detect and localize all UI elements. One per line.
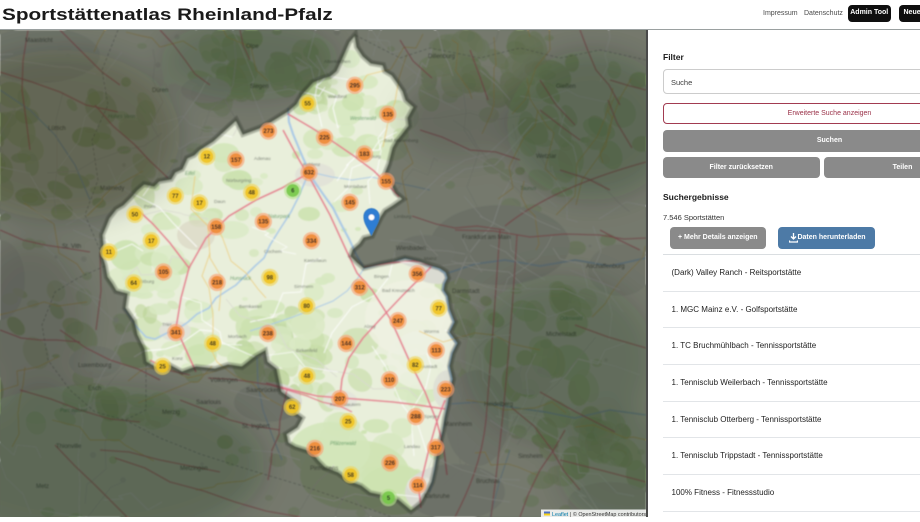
svg-text:48: 48 — [248, 191, 255, 197]
svg-text:135: 135 — [258, 220, 269, 226]
svg-text:155: 155 — [381, 179, 392, 185]
svg-text:Nürburgring: Nürburgring — [226, 178, 252, 184]
svg-text:632: 632 — [304, 171, 315, 177]
svg-text:135: 135 — [383, 112, 394, 118]
svg-text:82: 82 — [412, 363, 419, 369]
svg-text:Pfälzerwald: Pfälzerwald — [330, 441, 356, 447]
svg-text:12: 12 — [203, 155, 210, 161]
svg-text:Eifel: Eifel — [185, 171, 196, 177]
svg-text:Bernkastel: Bernkastel — [239, 304, 262, 310]
svg-text:312: 312 — [355, 285, 366, 291]
svg-text:55: 55 — [304, 101, 311, 107]
svg-text:223: 223 — [441, 387, 452, 393]
svg-text:Adenau: Adenau — [254, 156, 271, 162]
svg-text:Leaflet: Leaflet — [552, 512, 569, 517]
svg-text:48: 48 — [304, 374, 311, 380]
svg-text:105: 105 — [158, 270, 169, 276]
svg-text:226: 226 — [385, 461, 396, 467]
svg-text:Birkenfeld: Birkenfeld — [296, 348, 318, 354]
svg-text:80: 80 — [303, 304, 310, 310]
svg-text:Simmern: Simmern — [294, 284, 314, 290]
svg-text:145: 145 — [345, 200, 356, 206]
svg-text:Landau: Landau — [404, 444, 420, 450]
svg-text:113: 113 — [431, 349, 441, 355]
svg-text:64: 64 — [130, 281, 137, 287]
svg-text:98: 98 — [266, 276, 273, 282]
svg-text:17: 17 — [196, 201, 203, 207]
svg-text:238: 238 — [263, 332, 274, 338]
svg-text:48: 48 — [209, 342, 216, 348]
svg-text:114: 114 — [413, 483, 423, 489]
svg-text:Hunsrück: Hunsrück — [230, 276, 252, 282]
svg-text:216: 216 — [310, 447, 321, 453]
svg-text:247: 247 — [393, 319, 404, 325]
svg-text:11: 11 — [106, 250, 113, 256]
svg-text:17: 17 — [148, 239, 155, 245]
svg-text:207: 207 — [335, 397, 346, 403]
svg-text:Cochem: Cochem — [264, 249, 282, 255]
svg-text:Morbach: Morbach — [228, 334, 247, 340]
svg-text:25: 25 — [345, 420, 352, 426]
svg-text:183: 183 — [359, 152, 370, 158]
svg-text:25: 25 — [159, 364, 166, 370]
svg-text:Bingen: Bingen — [374, 274, 389, 280]
svg-text:Konz: Konz — [172, 356, 184, 362]
svg-text:Daun: Daun — [214, 199, 226, 205]
svg-text:Bad Kreuznach: Bad Kreuznach — [382, 288, 415, 294]
svg-text:218: 218 — [212, 281, 223, 287]
svg-text:273: 273 — [263, 129, 274, 135]
svg-text:Prüm: Prüm — [144, 204, 155, 210]
svg-text:Speyer: Speyer — [424, 414, 440, 420]
svg-text:77: 77 — [435, 306, 442, 312]
svg-text:Montabaur: Montabaur — [344, 184, 367, 190]
svg-text:Worms: Worms — [424, 329, 440, 335]
svg-text:158: 158 — [211, 225, 222, 231]
svg-text:317: 317 — [431, 446, 442, 452]
svg-text:144: 144 — [341, 342, 352, 348]
svg-text:Westerwald: Westerwald — [350, 116, 376, 122]
svg-text:50: 50 — [132, 212, 139, 218]
svg-text:62: 62 — [289, 405, 296, 411]
svg-text:334: 334 — [306, 239, 317, 245]
svg-text:Alzey: Alzey — [364, 324, 376, 330]
svg-text:341: 341 — [171, 331, 182, 337]
svg-text:356: 356 — [412, 272, 423, 278]
svg-text:| © OpenStreetMap contributors: | © OpenStreetMap contributors — [570, 511, 646, 517]
svg-text:295: 295 — [350, 83, 361, 89]
svg-text:Waldbrol: Waldbrol — [328, 94, 347, 100]
svg-text:157: 157 — [231, 158, 242, 164]
svg-text:77: 77 — [172, 194, 179, 200]
svg-text:288: 288 — [411, 415, 422, 421]
svg-text:58: 58 — [347, 473, 354, 479]
svg-text:110: 110 — [385, 378, 395, 384]
svg-text:Kastellaun: Kastellaun — [304, 258, 327, 264]
svg-text:225: 225 — [319, 136, 330, 142]
